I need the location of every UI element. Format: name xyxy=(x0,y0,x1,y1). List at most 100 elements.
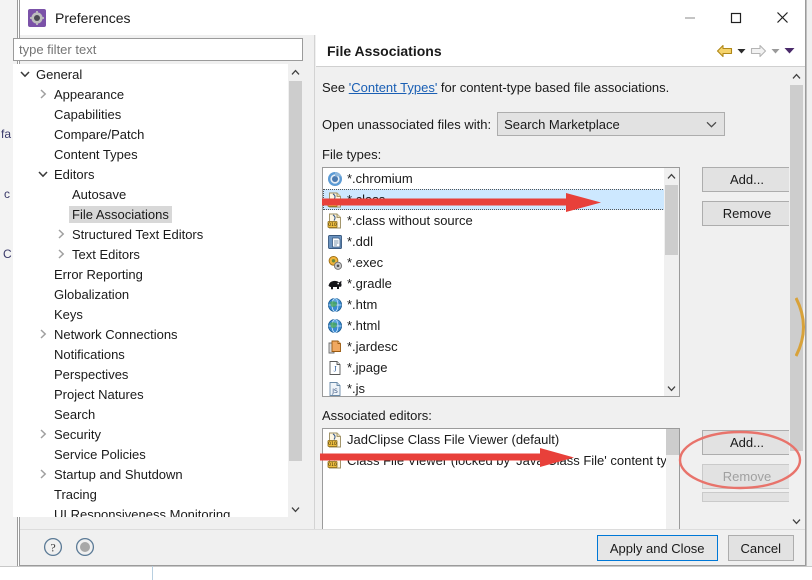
view-menu-icon[interactable] xyxy=(784,47,795,54)
chevron-right-icon[interactable] xyxy=(35,86,51,102)
file-types-scroll-thumb[interactable] xyxy=(665,185,678,255)
sidebar-item-file-associations[interactable]: File Associations xyxy=(13,204,288,224)
sidebar-item-project-natures[interactable]: Project Natures xyxy=(13,384,288,404)
ide-bottom-divider xyxy=(152,566,153,580)
chevron-down-icon[interactable] xyxy=(35,166,51,182)
file-type-row[interactable]: *.exec xyxy=(323,252,665,273)
chromium-icon xyxy=(326,170,343,187)
file-type-row[interactable]: *.gradle xyxy=(323,273,665,294)
sidebar-item-appearance[interactable]: Appearance xyxy=(13,84,288,104)
file-type-row[interactable]: JS *.js xyxy=(323,378,665,396)
file-type-row[interactable]: *.ddl xyxy=(323,231,665,252)
maximize-icon[interactable] xyxy=(713,0,759,35)
file-type-row[interactable]: 010 *.class xyxy=(323,189,665,210)
file-type-row[interactable]: J *.jpage xyxy=(323,357,665,378)
window-controls xyxy=(667,0,805,35)
tree-scrollbar[interactable] xyxy=(288,64,303,517)
associated-editors-scroll-thumb[interactable] xyxy=(666,429,679,455)
page-scroll-down-icon[interactable] xyxy=(789,513,804,529)
shell-icon[interactable] xyxy=(75,537,95,560)
sidebar-item-service-policies[interactable]: Service Policies xyxy=(13,444,288,464)
page-scrollbar[interactable] xyxy=(789,68,804,529)
file-types-scrollbar[interactable] xyxy=(664,168,679,396)
file-type-row[interactable]: *.chromium xyxy=(323,168,665,189)
class-file-icon: 010 xyxy=(326,212,343,229)
sidebar-item-label: Tracing xyxy=(54,486,97,502)
apply-and-close-button[interactable]: Apply and Close xyxy=(596,535,718,561)
file-type-row[interactable]: *.htm xyxy=(323,294,665,315)
sidebar-item-startup-and-shutdown[interactable]: Startup and Shutdown xyxy=(13,464,288,484)
sidebar-item-label: Capabilities xyxy=(54,106,122,122)
sidebar-item-keys[interactable]: Keys xyxy=(13,304,288,324)
page-scroll-up-icon[interactable] xyxy=(789,68,804,84)
content-types-link[interactable]: 'Content Types' xyxy=(349,80,438,95)
sidebar-item-error-reporting[interactable]: Error Reporting xyxy=(13,264,288,284)
class-file-icon: 010 xyxy=(326,191,343,208)
sidebar-item-network-connections[interactable]: Network Connections xyxy=(13,324,288,344)
globe-icon xyxy=(326,317,343,334)
preferences-tree: General Appearance Capabilities Compare/Pat… xyxy=(13,64,303,517)
sidebar-item-general[interactable]: General xyxy=(13,64,288,84)
chevron-right-icon[interactable] xyxy=(53,246,69,262)
page-scroll-thumb[interactable] xyxy=(790,85,803,451)
back-dropdown-icon[interactable] xyxy=(737,48,746,54)
sidebar-item-search[interactable]: Search xyxy=(13,404,288,424)
close-icon[interactable] xyxy=(759,0,805,35)
see-suffix: for content-type based file associations… xyxy=(437,80,670,95)
tree-scroll-thumb[interactable] xyxy=(289,81,302,461)
add-file-type-button[interactable]: Add... xyxy=(702,167,792,192)
file-type-label: *.class xyxy=(347,192,386,207)
tree-scroll-up-icon[interactable] xyxy=(288,64,303,80)
file-type-label: *.class without source xyxy=(347,213,473,228)
class-file-icon: 010 xyxy=(326,452,343,469)
cancel-button[interactable]: Cancel xyxy=(727,535,794,561)
sidebar-item-perspectives[interactable]: Perspectives xyxy=(13,364,288,384)
chevron-down-icon[interactable] xyxy=(17,66,33,82)
remove-file-type-button[interactable]: Remove xyxy=(702,201,792,226)
sidebar-item-compare-patch[interactable]: Compare/Patch xyxy=(13,124,288,144)
sidebar-item-tracing[interactable]: Tracing xyxy=(13,484,288,504)
add-editor-button[interactable]: Add... xyxy=(702,430,792,455)
file-type-row[interactable]: 010 *.class without source xyxy=(323,210,665,231)
sidebar-item-capabilities[interactable]: Capabilities xyxy=(13,104,288,124)
file-types-list[interactable]: *.chromium 010 *.class 010 *.class without s… xyxy=(322,167,680,397)
sidebar-item-autosave[interactable]: Autosave xyxy=(13,184,288,204)
jpage-icon: J xyxy=(326,359,343,376)
back-arrow-icon[interactable] xyxy=(716,44,733,58)
sidebar-item-security[interactable]: Security xyxy=(13,424,288,444)
associated-editor-row[interactable]: 010 Class File Viewer (locked by 'Java Cl… xyxy=(323,450,679,471)
chevron-right-icon[interactable] xyxy=(35,466,51,482)
sidebar-item-notifications[interactable]: Notifications xyxy=(13,344,288,364)
chevron-right-icon[interactable] xyxy=(35,326,51,342)
sidebar-item-content-types[interactable]: Content Types xyxy=(13,144,288,164)
associated-editor-label: JadClipse Class File Viewer (default) xyxy=(347,432,560,447)
search-input[interactable] xyxy=(13,38,303,61)
file-type-row[interactable]: *.jardesc xyxy=(323,336,665,357)
sidebar-item-text-editors[interactable]: Text Editors xyxy=(13,244,288,264)
sidebar-item-label: Editors xyxy=(54,166,95,182)
page-nav-toolbar xyxy=(716,44,795,58)
file-types-scroll-down-icon[interactable] xyxy=(664,380,679,396)
associated-editor-row[interactable]: 010 JadClipse Class File Viewer (default) xyxy=(323,429,679,450)
sidebar-item-globalization[interactable]: Globalization xyxy=(13,284,288,304)
chevron-right-icon[interactable] xyxy=(53,226,69,242)
page-header: File Associations xyxy=(316,35,805,67)
file-type-row[interactable]: *.html xyxy=(323,315,665,336)
tree-scroll-down-icon[interactable] xyxy=(288,501,303,517)
help-icon[interactable]: ? xyxy=(43,537,63,560)
unassociated-files-select[interactable]: Search Marketplace xyxy=(497,112,726,136)
file-types-scroll-up-icon[interactable] xyxy=(664,168,679,184)
minimize-icon[interactable] xyxy=(667,0,713,35)
sidebar-item-structured-text-editors[interactable]: Structured Text Editors xyxy=(13,224,288,244)
chevron-right-icon[interactable] xyxy=(35,426,51,442)
svg-text:?: ? xyxy=(50,540,55,554)
globe-icon xyxy=(326,296,343,313)
sidebar-item-ui-responsiveness-monitoring[interactable]: UI Responsiveness Monitoring xyxy=(13,504,288,518)
preferences-tree-pane: General Appearance Capabilities Compare/Pat… xyxy=(13,35,314,529)
sidebar-item-editors[interactable]: Editors xyxy=(13,164,288,184)
